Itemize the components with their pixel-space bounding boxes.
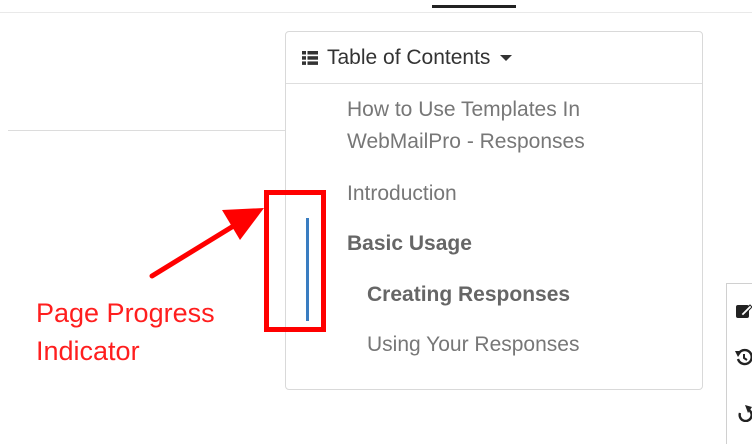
top-divider <box>0 12 752 13</box>
toc-item-page-title[interactable]: How to Use Templates In WebMailPro - Res… <box>347 94 585 158</box>
toc-item-label-line2: WebMailPro - Responses <box>347 130 585 153</box>
toc-item-introduction[interactable]: Introduction <box>347 178 457 210</box>
caret-down-icon <box>500 54 513 61</box>
toc-item-creating-responses[interactable]: Creating Responses <box>367 279 570 311</box>
content-divider <box>8 130 286 131</box>
toc-item-using-your-responses[interactable]: Using Your Responses <box>367 329 579 361</box>
edit-icon[interactable] <box>735 302 752 320</box>
annotation-highlight-box <box>264 190 326 332</box>
toc-title: Table of Contents <box>327 45 491 69</box>
toc-toggle-button[interactable]: Table of Contents <box>286 32 702 84</box>
side-toolbar <box>726 283 752 444</box>
share-icon[interactable] <box>735 404 752 422</box>
toc-item-basic-usage[interactable]: Basic Usage <box>347 228 472 260</box>
history-icon[interactable] <box>735 348 752 366</box>
active-tab-underline <box>432 5 516 8</box>
annotation-label: Page Progress Indicator <box>36 294 215 370</box>
list-icon <box>302 50 318 65</box>
annotation-line-2: Indicator <box>36 336 140 366</box>
annotation-line-1: Page Progress <box>36 298 215 328</box>
toc-item-label: How to Use Templates In <box>347 98 581 121</box>
annotation-arrow-icon <box>149 208 264 279</box>
